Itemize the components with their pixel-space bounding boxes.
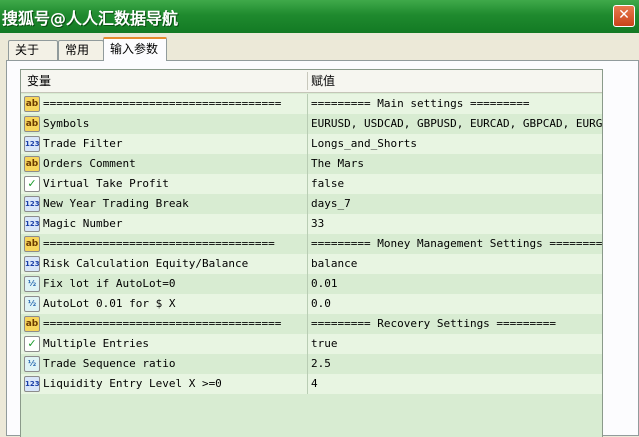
row-variable: Trade Sequence ratio: [43, 357, 176, 370]
table-row[interactable]: ab Orders Comment The Mars: [21, 154, 602, 174]
table-row[interactable]: ab==================================== ==…: [21, 314, 602, 334]
row-variable: Liquidity Entry Level X >=0: [43, 377, 222, 390]
integer-type-icon: 123: [24, 196, 40, 212]
row-value[interactable]: ========= Recovery Settings =========: [311, 314, 556, 334]
tab-inputs-label: 输入参数: [110, 42, 159, 56]
row-value[interactable]: balance: [311, 254, 357, 274]
grid-header: 变量 赋值: [21, 70, 602, 93]
string-type-icon: ab: [24, 116, 40, 132]
row-variable: Multiple Entries: [43, 337, 149, 350]
tab-common-label: 常用: [65, 43, 90, 57]
boolean-type-icon: ✓: [24, 336, 40, 352]
row-variable: Symbols: [43, 117, 90, 130]
row-variable: Risk Calculation Equity/Balance: [43, 257, 249, 270]
row-variable: Trade Filter: [43, 137, 123, 150]
row-value[interactable]: 33: [311, 214, 324, 234]
row-variable: Orders Comment: [43, 157, 136, 170]
grid-rows: ab ==================================== ==…: [21, 94, 602, 394]
row-value[interactable]: days_7: [311, 194, 351, 214]
header-separator: [307, 72, 308, 90]
table-row[interactable]: ✓ Virtual Take Profit false: [21, 174, 602, 194]
header-variable[interactable]: 变量: [27, 70, 51, 92]
column-separator: [307, 254, 308, 274]
close-icon: ✕: [618, 7, 630, 23]
column-separator: [307, 354, 308, 374]
column-separator: [307, 374, 308, 394]
window-titlebar: 搜狐号@人人汇数据导航 ✕: [0, 0, 639, 33]
table-row[interactable]: ab Symbols EURUSD, USDCAD, GBPUSD, EURCAD,…: [21, 114, 602, 134]
string-type-icon: ab: [24, 96, 40, 112]
column-separator: [307, 274, 308, 294]
row-value[interactable]: EURUSD, USDCAD, GBPUSD, EURCAD, GBPCAD, …: [311, 114, 602, 134]
string-type-icon: ab: [24, 316, 40, 332]
table-row[interactable]: 123 New Year Trading Break days_7: [21, 194, 602, 214]
column-separator: [307, 214, 308, 234]
table-row[interactable]: 123 Magic Number 33: [21, 214, 602, 234]
string-type-icon: ab: [24, 156, 40, 172]
double-type-icon: ½: [24, 296, 40, 312]
column-separator: [307, 174, 308, 194]
string-type-icon: ab: [24, 236, 40, 252]
table-row[interactable]: ✓ Multiple Entries true: [21, 334, 602, 354]
column-separator: [307, 154, 308, 174]
row-value[interactable]: The Mars: [311, 154, 364, 174]
row-value[interactable]: false: [311, 174, 344, 194]
integer-type-icon: 123: [24, 216, 40, 232]
table-row[interactable]: 123 Liquidity Entry Level X >=0 4: [21, 374, 602, 394]
column-separator: [307, 314, 308, 334]
integer-type-icon: 123: [24, 136, 40, 152]
row-variable: Virtual Take Profit: [43, 177, 169, 190]
column-separator: [307, 134, 308, 154]
header-value[interactable]: 赋值: [311, 70, 335, 92]
parameters-grid: 变量 赋值 ab ================================…: [20, 69, 603, 437]
row-value[interactable]: ========= Main settings =========: [311, 94, 530, 114]
table-row[interactable]: ab==================================== ==…: [21, 94, 602, 114]
boolean-type-icon: ✓: [24, 176, 40, 192]
row-value[interactable]: ========= Money Management Settings ====…: [311, 234, 602, 254]
integer-type-icon: 123: [24, 256, 40, 272]
row-variable: Fix lot if AutoLot=0: [43, 277, 176, 290]
row-variable: ====================================: [43, 317, 282, 330]
row-variable: ===================================: [43, 237, 275, 250]
table-row[interactable]: 123 Trade Filter Longs_and_Shorts: [21, 134, 602, 154]
column-separator: [307, 334, 308, 354]
table-row[interactable]: 123 Risk Calculation Equity/Balance balanc…: [21, 254, 602, 274]
integer-type-icon: 123: [24, 376, 40, 392]
row-value[interactable]: 2.5: [311, 354, 331, 374]
row-variable: AutoLot 0.01 for $ X: [43, 297, 176, 310]
window-title: 搜狐号@人人汇数据导航: [2, 9, 179, 28]
row-variable: Magic Number: [43, 217, 123, 230]
tab-about[interactable]: 关于: [8, 40, 58, 60]
column-separator: [307, 294, 308, 314]
row-value[interactable]: 4: [311, 374, 318, 394]
row-value[interactable]: Longs_and_Shorts: [311, 134, 417, 154]
double-type-icon: ½: [24, 356, 40, 372]
row-variable: New Year Trading Break: [43, 197, 189, 210]
tab-common[interactable]: 常用: [58, 40, 104, 60]
table-row[interactable]: ½ Fix lot if AutoLot=0 0.01: [21, 274, 602, 294]
table-row[interactable]: ½ Trade Sequence ratio 2.5: [21, 354, 602, 374]
column-separator: [307, 114, 308, 134]
tab-panel: 变量 赋值 ab ================================…: [6, 60, 639, 437]
row-value[interactable]: true: [311, 334, 338, 354]
column-separator: [307, 194, 308, 214]
column-separator: [307, 94, 308, 114]
tab-inputs[interactable]: 输入参数: [103, 37, 167, 61]
close-button[interactable]: ✕: [613, 5, 635, 27]
row-value[interactable]: 0.0: [311, 294, 331, 314]
column-separator: [307, 234, 308, 254]
row-variable: ====================================: [43, 97, 282, 110]
table-row[interactable]: ab=================================== ===…: [21, 234, 602, 254]
row-value[interactable]: 0.01: [311, 274, 338, 294]
table-row[interactable]: ½ AutoLot 0.01 for $ X 0.0: [21, 294, 602, 314]
double-type-icon: ½: [24, 276, 40, 292]
tab-about-label: 关于: [15, 43, 40, 57]
